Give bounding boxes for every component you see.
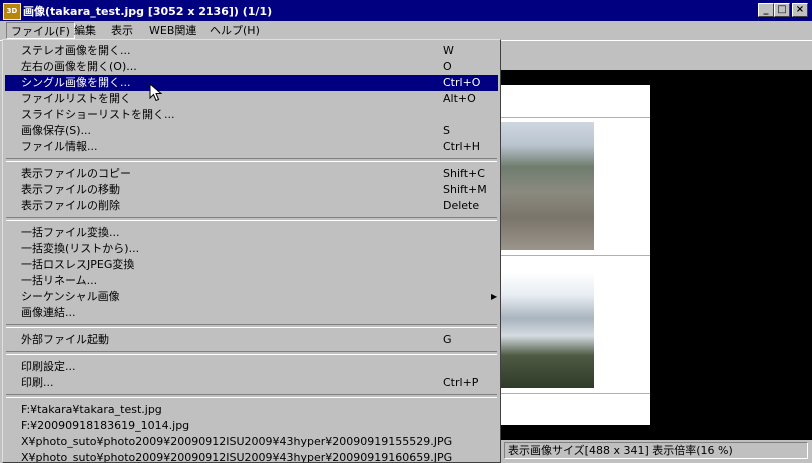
menu-item-label: 一括変換(リストから)... [21, 242, 140, 255]
menu-item-label: X¥photo_suto¥photo2009¥20090912ISU2009¥4… [21, 435, 453, 448]
divider [500, 117, 650, 118]
menu-separator [6, 158, 497, 162]
menu-item[interactable]: ファイル情報... Ctrl+H [5, 139, 498, 155]
menu-item[interactable]: シングル画像を開く... Ctrl+O [5, 75, 498, 91]
menu-item-label: 画像連結... [21, 306, 76, 319]
page-preview [500, 85, 650, 425]
menu-file[interactable]: ファイル(F) [6, 22, 75, 39]
menu-item[interactable]: X¥photo_suto¥photo2009¥20090912ISU2009¥4… [5, 434, 498, 450]
menu-item-shortcut: G [443, 333, 452, 346]
menu-item-label: 表示ファイルの削除 [21, 199, 120, 212]
menu-item-label: 画像保存(S)... [21, 124, 92, 137]
menu-item[interactable]: F:¥takara¥takara_test.jpg [5, 402, 498, 418]
window-title: 画像(takara_test.jpg [3052 x 2136]) (1/1) [23, 5, 273, 18]
menu-item-label: シーケンシャル画像 [21, 290, 120, 303]
menu-item-shortcut: S [443, 124, 450, 137]
menu-item-label: F:¥takara¥takara_test.jpg [21, 403, 162, 416]
menu-item-shortcut: Alt+O [443, 92, 476, 105]
menu-item[interactable]: 表示ファイルのコピー Shift+C [5, 166, 498, 182]
menu-item[interactable]: シーケンシャル画像 ▶ [5, 289, 498, 305]
menu-item[interactable]: X¥photo_suto¥photo2009¥20090912ISU2009¥4… [5, 450, 498, 463]
menu-item-shortcut: Shift+C [443, 167, 485, 180]
menu-item-shortcut: Shift+M [443, 183, 487, 196]
menu-item-label: ファイル情報... [21, 140, 98, 153]
menu-item-label: F:¥20090918183619_1014.jpg [21, 419, 190, 432]
maximize-button[interactable]: □ [774, 3, 790, 17]
minimize-button[interactable]: _ [758, 3, 774, 17]
menu-item[interactable]: 表示ファイルの移動 Shift+M [5, 182, 498, 198]
file-menu-dropdown: ステレオ画像を開く... W 左右の画像を開く(O)... O シングル画像を開く...… [2, 39, 501, 463]
menu-item-label: X¥photo_suto¥photo2009¥20090912ISU2009¥4… [21, 451, 453, 463]
file-menu-list: ステレオ画像を開く... W 左右の画像を開く(O)... O シングル画像を開く...… [5, 43, 498, 463]
title-bar: 3D 画像(takara_test.jpg [3052 x 2136]) (1/… [0, 0, 812, 21]
menu-item-shortcut: W [443, 44, 454, 57]
image-size-status: 表示画像サイズ[488 x 341] 表示倍率(16 %) [504, 442, 808, 459]
menu-item-label: ステレオ画像を開く... [21, 44, 131, 57]
menu-item[interactable]: 外部ファイル起動 G [5, 332, 498, 348]
maximize-icon: □ [777, 4, 787, 15]
menu-web[interactable]: WEB関連 [145, 22, 200, 39]
status-bar: 表示画像サイズ[488 x 341] 表示倍率(16 %) [500, 440, 812, 463]
menu-separator [6, 217, 497, 221]
submenu-arrow-icon: ▶ [491, 292, 498, 301]
menu-separator [6, 394, 497, 398]
menu-item-shortcut: O [443, 60, 452, 73]
close-button[interactable]: × [792, 3, 808, 17]
menu-separator [6, 351, 497, 355]
app-icon[interactable]: 3D [3, 3, 21, 20]
menu-help[interactable]: ヘルプ(H) [206, 22, 264, 39]
menu-item-shortcut: Ctrl+H [443, 140, 481, 153]
photo-thumbnail-bottom [500, 272, 594, 388]
menu-item-label: 外部ファイル起動 [21, 333, 109, 346]
menu-item-shortcut: Ctrl+O [443, 76, 481, 89]
menu-item[interactable]: スライドショーリストを開く... [5, 107, 498, 123]
menu-item[interactable]: 画像連結... [5, 305, 498, 321]
divider [500, 255, 650, 256]
menu-item-label: シングル画像を開く... [21, 76, 131, 89]
menu-item-label: 印刷... [21, 376, 54, 389]
menu-bar: ファイル(F) 編集 表示 WEB関連 ヘルプ(H) [0, 21, 812, 40]
menu-item[interactable]: 印刷設定... [5, 359, 498, 375]
menu-item-label: スライドショーリストを開く... [21, 108, 175, 121]
menu-view[interactable]: 表示 [107, 22, 137, 39]
divider [500, 393, 650, 394]
photo-thumbnail-top [500, 122, 594, 250]
menu-item[interactable]: ファイルリストを開く Alt+O [5, 91, 498, 107]
menu-item[interactable]: 画像保存(S)... S [5, 123, 498, 139]
menu-item-label: 左右の画像を開く(O)... [21, 60, 137, 73]
menu-item[interactable]: ステレオ画像を開く... W [5, 43, 498, 59]
menu-item[interactable]: 一括ロスレスJPEG変換 [5, 257, 498, 273]
menu-item[interactable]: 印刷... Ctrl+P [5, 375, 498, 391]
menu-item[interactable]: 表示ファイルの削除 Delete [5, 198, 498, 214]
menu-item[interactable]: 一括リネーム... [5, 273, 498, 289]
menu-item[interactable]: F:¥20090918183619_1014.jpg [5, 418, 498, 434]
menu-item-shortcut: Delete [443, 199, 480, 212]
menu-item-label: 印刷設定... [21, 360, 76, 373]
menu-item-label: 表示ファイルのコピー [21, 167, 131, 180]
menu-separator [6, 324, 497, 328]
close-icon: × [795, 4, 805, 15]
menu-item[interactable]: 一括変換(リストから)... [5, 241, 498, 257]
menu-item-label: ファイルリストを開く [21, 92, 131, 105]
menu-item-label: 一括ファイル変換... [21, 226, 120, 239]
menu-item[interactable]: 左右の画像を開く(O)... O [5, 59, 498, 75]
mouse-cursor-icon [149, 83, 163, 102]
image-viewer[interactable] [500, 70, 812, 440]
minimize-icon: _ [763, 4, 769, 15]
menu-edit[interactable]: 編集 [70, 22, 100, 39]
menu-item-label: 一括ロスレスJPEG変換 [21, 258, 135, 271]
menu-item[interactable]: 一括ファイル変換... [5, 225, 498, 241]
menu-item-shortcut: Ctrl+P [443, 376, 479, 389]
menu-item-label: 表示ファイルの移動 [21, 183, 120, 196]
menu-item-label: 一括リネーム... [21, 274, 98, 287]
